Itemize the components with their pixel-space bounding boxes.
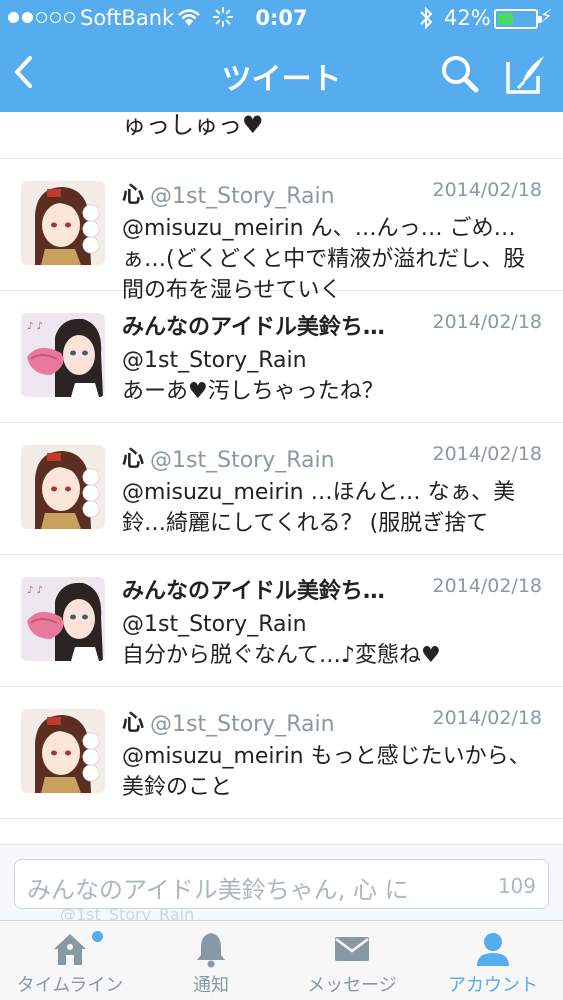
tweet-date: 2014/02/18 xyxy=(432,707,542,729)
tweet-row[interactable]: 心 @1st_Story_Rain 2014/02/18 @misuzu_meir… xyxy=(0,159,563,303)
tab-messages[interactable]: メッセージ xyxy=(282,921,422,1000)
conversation-feed: ゅっしゅっ♥ 心 @1st_Story_Rain 2014/02/18 @misu… xyxy=(0,112,563,844)
reply-bar: みんなのアイドル美鈴ちゃん, 心 に 109 @1st_Story_Rain xyxy=(0,844,563,924)
back-button[interactable] xyxy=(8,50,48,98)
compose-button[interactable] xyxy=(502,50,550,98)
charging-icon: ⚡ xyxy=(540,6,553,27)
tab-bar: タイムライン 通知 メッセージ アカウント xyxy=(0,920,563,1000)
display-name: みんなのアイドル美鈴ち… xyxy=(122,579,385,604)
tweet-row[interactable]: 心 @1st_Story_Rain 2014/02/18 @misuzu_meir… xyxy=(0,687,563,819)
tweet-text: @misuzu_meirin もっと感じたいから、美鈴のこと xyxy=(122,744,531,800)
tweet-text: ゅっしゅっ♥ xyxy=(122,112,264,139)
tweet-header: 心 @1st_Story_Rain 2014/02/18 xyxy=(122,177,542,209)
tab-label: メッセージ xyxy=(307,975,397,996)
avatar[interactable] xyxy=(21,445,105,529)
compose-icon xyxy=(506,56,544,94)
top-bar: SoftBank 0:07 42% ⚡ ツイート xyxy=(0,0,563,112)
avatar[interactable]: ♪ ♪ xyxy=(21,313,105,397)
tab-account[interactable]: アカウント xyxy=(423,921,563,1000)
search-button[interactable] xyxy=(438,50,482,98)
tweet-row[interactable]: ♪ ♪ みんなのアイドル美鈴ち… 2014/02/18 @1st_Story_R… xyxy=(0,555,563,687)
character-count: 109 xyxy=(497,874,536,898)
display-name: 心 xyxy=(122,447,145,472)
avatar[interactable]: ♪ ♪ xyxy=(21,577,105,661)
display-name: みんなのアイドル美鈴ち… xyxy=(122,315,385,340)
tweet-row[interactable]: 心 @1st_Story_Rain 2014/02/18 @misuzu_meir… xyxy=(0,423,563,555)
username: @1st_Story_Rain xyxy=(150,184,335,209)
tab-timeline[interactable]: タイムライン xyxy=(0,921,140,1000)
tweet-date: 2014/02/18 xyxy=(432,575,542,597)
tab-notifications[interactable]: 通知 xyxy=(141,921,281,1000)
username: @1st_Story_Rain xyxy=(150,448,335,473)
navigation-bar: ツイート xyxy=(0,38,563,112)
username: @1st_Story_Rain xyxy=(150,712,335,737)
display-name: 心 xyxy=(122,711,145,736)
tweet-date: 2014/02/18 xyxy=(432,179,542,201)
tweet-text: @1st_Story_Rain あーあ♥汚しちゃったね？ xyxy=(122,348,384,404)
tweet-row[interactable]: ♪ ♪ みんなのアイドル美鈴ち… 2014/02/18 @1st_Story_R… xyxy=(0,291,563,423)
display-name: 心 xyxy=(122,183,145,208)
tab-label: タイムライン xyxy=(16,975,124,996)
avatar[interactable] xyxy=(21,181,105,265)
tweet-header: みんなのアイドル美鈴ち… 2014/02/18 xyxy=(122,573,542,604)
reply-input[interactable]: みんなのアイドル美鈴ちゃん, 心 に 109 xyxy=(14,859,549,909)
tweet-header: 心 @1st_Story_Rain 2014/02/18 xyxy=(122,441,542,473)
tab-label: アカウント xyxy=(448,975,538,996)
tab-label: 通知 xyxy=(193,975,229,996)
tweet-text: @1st_Story_Rain 自分から脱ぐなんて…♪変態ね♥ xyxy=(122,612,441,668)
partial-tweet[interactable]: ゅっしゅっ♥ xyxy=(0,112,563,159)
notification-badge xyxy=(92,931,103,942)
svg-text:♪ ♪: ♪ ♪ xyxy=(27,585,43,596)
search-icon xyxy=(442,56,479,93)
reply-placeholder: みんなのアイドル美鈴ちゃん, 心 に xyxy=(27,876,409,904)
svg-text:♪ ♪: ♪ ♪ xyxy=(27,321,43,332)
home-icon xyxy=(50,929,90,969)
status-bar: SoftBank 0:07 42% ⚡ xyxy=(0,0,563,38)
tweet-date: 2014/02/18 xyxy=(432,443,542,465)
tweet-text: @misuzu_meirin …ほんと… なぁ、美鈴…綺麗にしてくれる？ (服脱… xyxy=(122,480,516,536)
person-icon xyxy=(473,929,513,969)
avatar[interactable] xyxy=(21,709,105,793)
envelope-icon xyxy=(332,929,372,969)
battery-percent: 42% xyxy=(444,6,491,30)
bluetooth-icon xyxy=(418,5,434,36)
chevron-left-icon xyxy=(15,56,32,88)
battery-icon xyxy=(494,9,542,29)
tweet-header: 心 @1st_Story_Rain 2014/02/18 xyxy=(122,705,542,737)
bell-icon xyxy=(191,929,231,969)
battery-level xyxy=(498,13,513,25)
tweet-date: 2014/02/18 xyxy=(432,311,542,333)
tweet-header: みんなのアイドル美鈴ち… 2014/02/18 xyxy=(122,309,542,340)
